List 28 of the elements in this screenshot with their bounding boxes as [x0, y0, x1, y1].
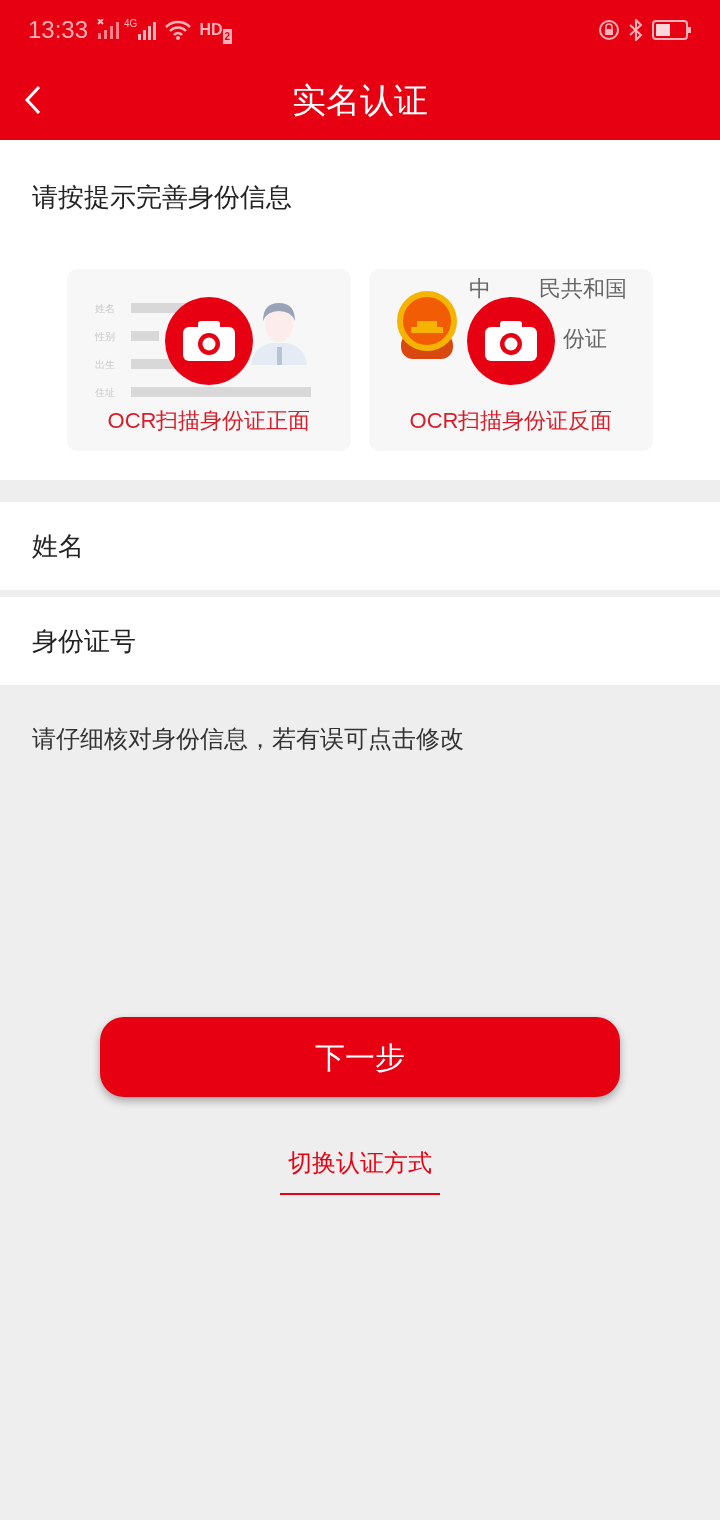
- hd-sim-label: 2: [222, 29, 233, 44]
- bluetooth-icon: [628, 19, 644, 41]
- battery-icon: [652, 20, 692, 40]
- switch-method-link[interactable]: 切换认证方式: [280, 1145, 440, 1195]
- hd-label: HD: [199, 20, 223, 40]
- page-title: 实名认证: [292, 79, 428, 121]
- network-type: 4G: [124, 17, 138, 31]
- ocr-caption: OCR扫描身份证正面: [106, 407, 312, 435]
- hint-text: 请仔细核对身份信息，若有误可点击修改: [32, 724, 465, 754]
- camera-icon[interactable]: [165, 297, 253, 385]
- status-time: 13:33: [28, 15, 89, 45]
- signal-icon: [96, 19, 121, 41]
- back-icon[interactable]: [24, 85, 42, 115]
- card-subheading: 份证: [563, 327, 607, 351]
- id-card-upload[interactable]: 中 民共和国 份证 OCR扫描身份证反面: [369, 269, 653, 451]
- section-title: 请按提示完善身份信息: [32, 181, 293, 214]
- card-heading: 中: [469, 277, 491, 301]
- placeholder-bar: [131, 331, 159, 341]
- input-field[interactable]: 姓名: [0, 502, 720, 590]
- signal-icon: [137, 20, 158, 40]
- camera-icon[interactable]: [467, 297, 555, 385]
- ocr-caption: OCR扫描身份证反面: [408, 407, 614, 435]
- input-field[interactable]: 身份证号: [0, 597, 720, 685]
- rotation-lock-icon: [598, 19, 620, 41]
- emblem-icon: [395, 289, 459, 361]
- card-heading: 民共和国: [539, 277, 627, 301]
- wifi-icon: [165, 20, 192, 40]
- next-button[interactable]: 下一步: [100, 1017, 620, 1097]
